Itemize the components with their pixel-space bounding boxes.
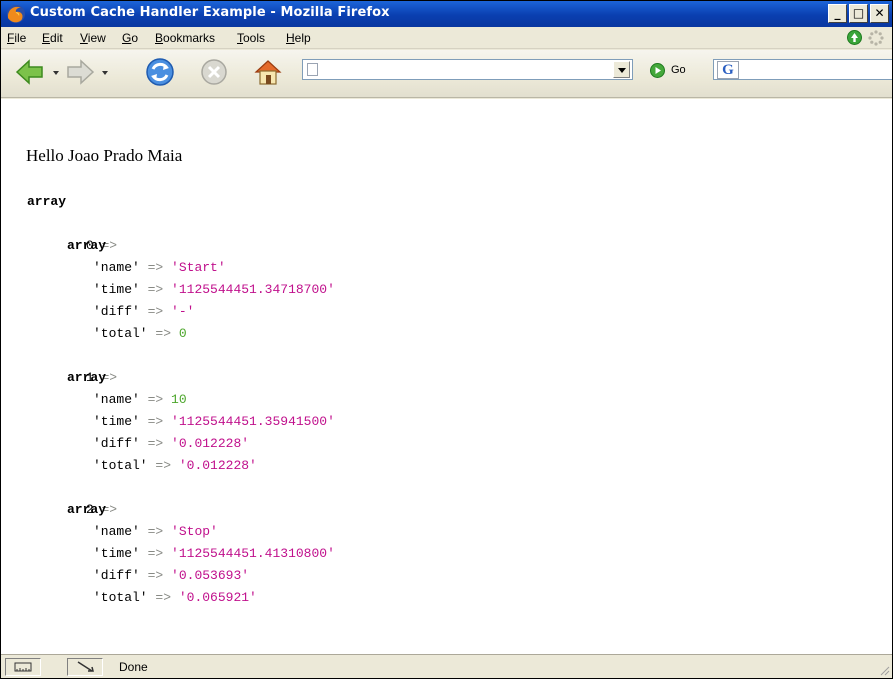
dump-field-line: 'diff' => '0.012228' — [93, 436, 250, 451]
browser-window: Custom Cache Handler Example - Mozilla F… — [0, 0, 893, 679]
status-bar: Done — [1, 654, 892, 678]
dump-field-line: 'time' => '1125544451.35941500' — [93, 414, 335, 429]
page-content: Hello Joao Prado Maia array 0 => array '… — [1, 99, 892, 654]
dump-field-line: 'time' => '1125544451.41310800' — [93, 546, 335, 561]
resize-tool-icon[interactable] — [67, 658, 103, 676]
menu-go[interactable]: Go — [122, 31, 138, 45]
navigation-toolbar: Go G — [1, 50, 892, 98]
menu-edit[interactable]: Edit — [42, 31, 63, 45]
dump-field-line: 'total' => '0.065921' — [93, 590, 257, 605]
url-input[interactable] — [323, 61, 608, 78]
menu-bar: File Edit View Go Bookmarks Tools Help — [1, 27, 892, 49]
go-label: Go — [671, 64, 686, 76]
greeting-text: Hello Joao Prado Maia — [26, 146, 183, 165]
search-bar[interactable]: G — [713, 59, 892, 80]
dump-field-line: 'total' => '0.012228' — [93, 458, 257, 473]
back-arrow-icon[interactable] — [15, 57, 45, 87]
throbber-icon — [868, 30, 884, 46]
reload-icon[interactable] — [144, 56, 176, 88]
dump-field-line: 'diff' => '0.053693' — [93, 568, 250, 583]
forward-arrow-icon[interactable] — [65, 57, 95, 87]
menu-view[interactable]: View — [80, 31, 106, 45]
home-icon[interactable] — [252, 56, 284, 88]
menu-help[interactable]: Help — [286, 31, 311, 45]
dump-field-line: 'name' => 'Start' — [93, 260, 226, 275]
dump-field-line: 'name' => 10 — [93, 392, 187, 407]
dump-field-line: 'total' => 0 — [93, 326, 187, 341]
minimize-button[interactable]: _ — [828, 4, 847, 23]
forward-dropdown-icon[interactable] — [102, 71, 108, 75]
menu-bookmarks[interactable]: Bookmarks — [155, 31, 215, 45]
dump-array-keyword: array — [67, 502, 107, 517]
dropdown-arrow-icon — [618, 68, 626, 73]
url-history-dropdown[interactable] — [613, 61, 630, 78]
dump-array-keyword: array — [67, 238, 107, 253]
web-developer-icon[interactable] — [5, 658, 41, 676]
menu-file[interactable]: File — [7, 31, 26, 45]
dump-root-array: array — [27, 194, 67, 209]
dump-field-line: 'diff' => '-' — [93, 304, 195, 319]
dump-array-keyword: array — [67, 370, 107, 385]
resize-grip-icon[interactable] — [878, 664, 890, 676]
dump-field-line: 'time' => '1125544451.34718700' — [93, 282, 335, 297]
close-button[interactable]: ✕ — [870, 4, 889, 23]
menu-tools[interactable]: Tools — [237, 31, 265, 45]
page-icon — [307, 63, 318, 76]
update-icon[interactable] — [847, 30, 862, 45]
stop-icon[interactable] — [200, 58, 228, 86]
back-dropdown-icon[interactable] — [53, 71, 59, 75]
title-bar[interactable]: Custom Cache Handler Example - Mozilla F… — [1, 1, 892, 27]
go-icon — [650, 63, 665, 78]
status-text: Done — [119, 660, 148, 674]
url-bar[interactable] — [302, 59, 633, 80]
google-search-engine-icon[interactable]: G — [717, 61, 739, 79]
firefox-icon — [7, 5, 25, 23]
dump-field-line: 'name' => 'Stop' — [93, 524, 218, 539]
window-title: Custom Cache Handler Example - Mozilla F… — [30, 5, 390, 20]
maximize-button[interactable]: □ — [849, 4, 868, 23]
